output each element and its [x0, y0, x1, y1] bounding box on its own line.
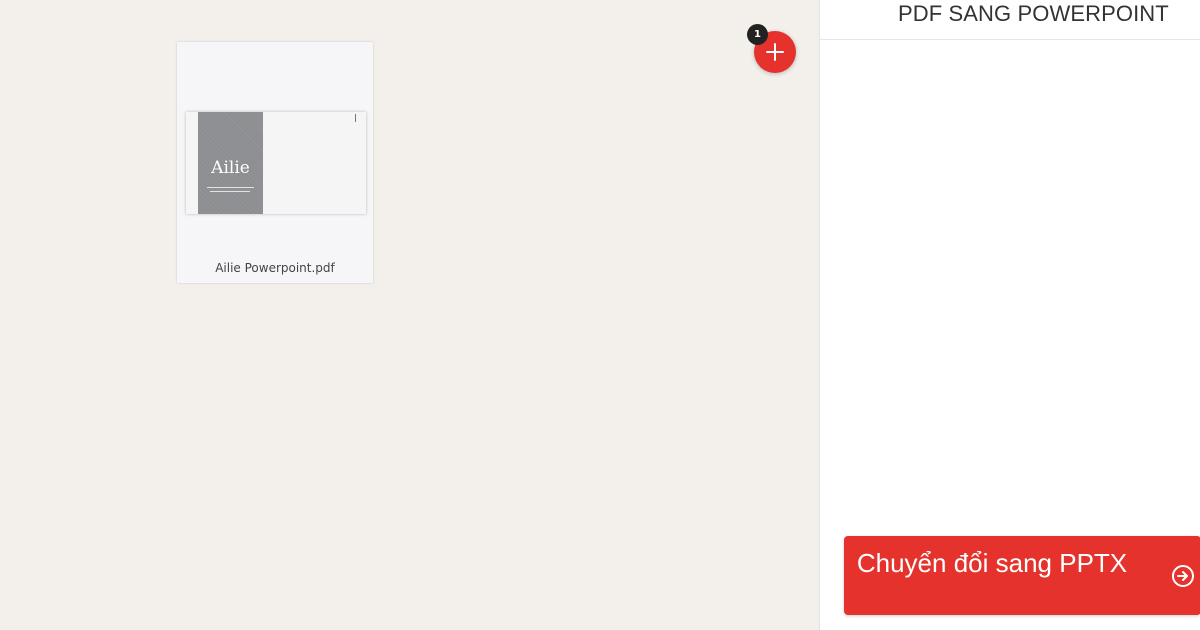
arrow-right-circle-icon: [1172, 565, 1194, 587]
file-thumbnail: Ailie: [186, 112, 366, 214]
sidebar: PDF SANG POWERPOINT Chuyển đổi sang PPTX: [819, 0, 1200, 630]
thumbnail-title: Ailie: [211, 158, 250, 178]
file-name: Ailie Powerpoint.pdf: [215, 261, 335, 275]
thumbnail-side-panel: Ailie: [198, 112, 263, 214]
file-count-badge: 1: [747, 24, 768, 45]
thumbnail-text-line: [210, 191, 250, 192]
file-workspace: Ailie Ailie Powerpoint.pdf 1: [0, 0, 819, 630]
plus-icon: [766, 43, 784, 61]
file-card[interactable]: Ailie Ailie Powerpoint.pdf: [177, 42, 373, 283]
thumbnail-marker: [355, 114, 356, 122]
tool-title: PDF SANG POWERPOINT: [820, 0, 1200, 40]
app-window: Ailie Ailie Powerpoint.pdf 1 PDF SANG PO…: [0, 0, 1200, 630]
thumbnail-text-line: [207, 187, 254, 188]
add-file-button[interactable]: 1: [747, 24, 796, 73]
convert-button[interactable]: Chuyển đổi sang PPTX: [844, 536, 1200, 615]
convert-button-label: Chuyển đổi sang PPTX: [856, 548, 1128, 578]
